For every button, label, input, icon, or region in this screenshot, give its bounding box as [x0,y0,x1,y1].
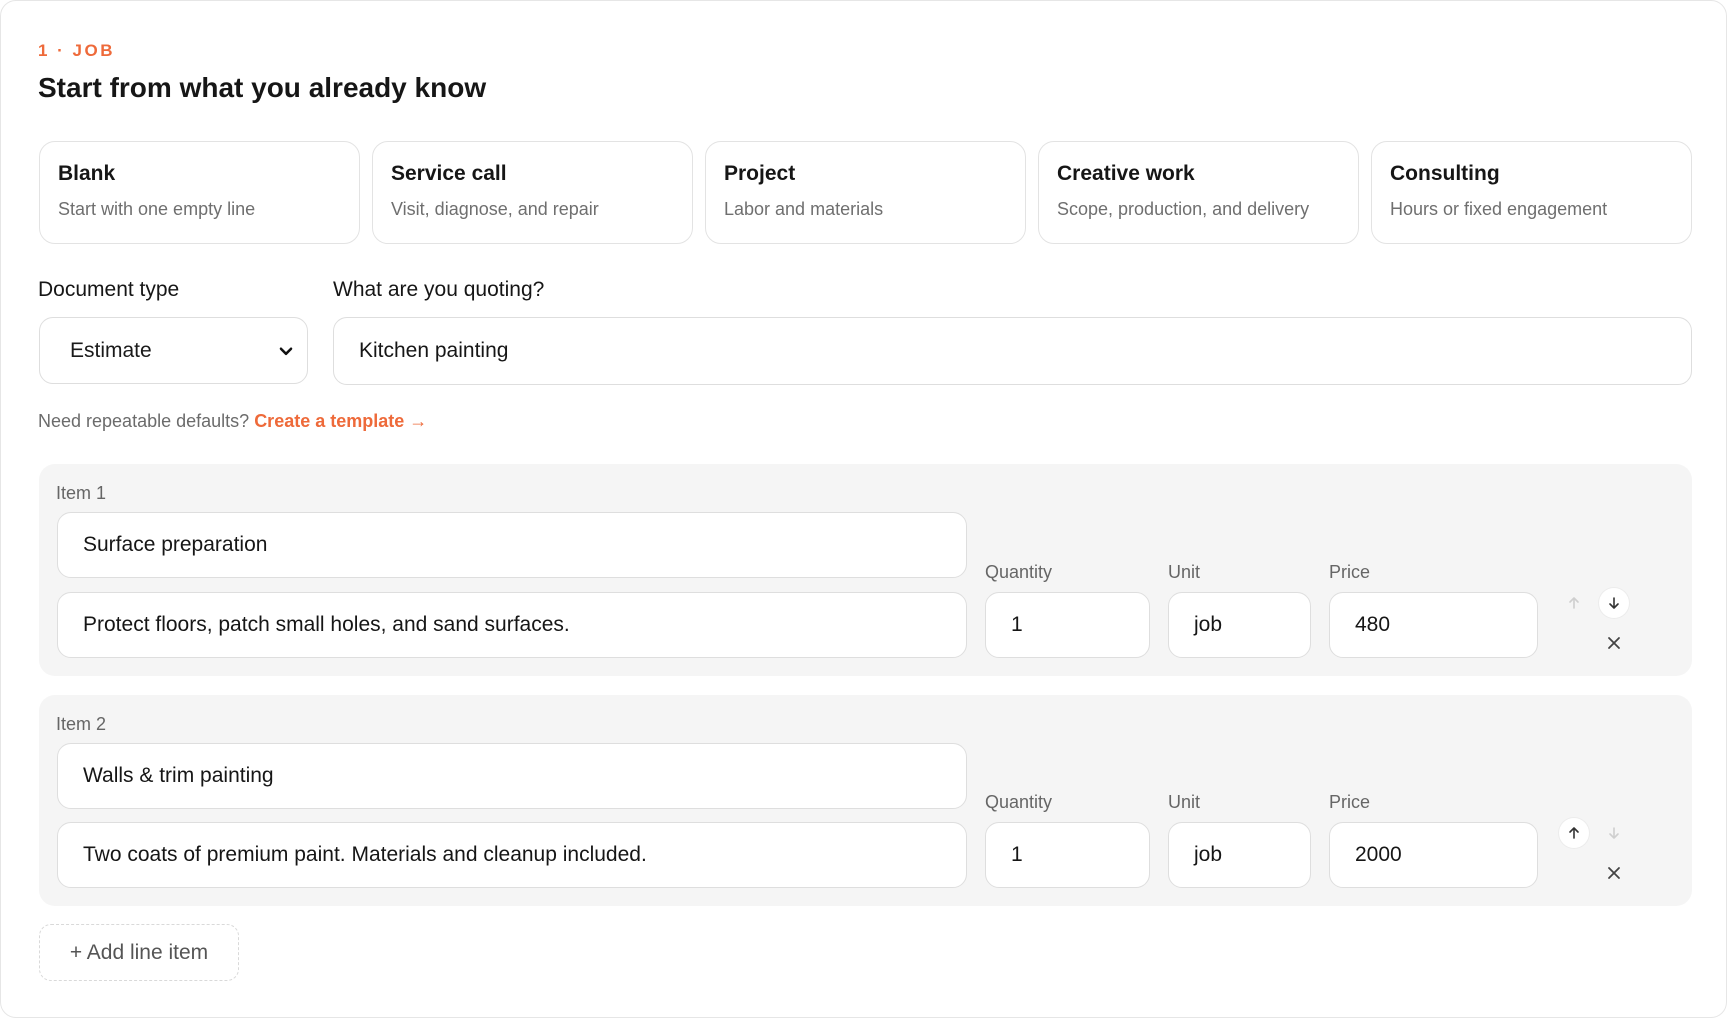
item-name-value: Walls & trim painting [83,764,274,787]
add-line-item-button[interactable]: + Add line item [39,924,239,981]
item-description-value: Protect floors, patch small holes, and s… [83,613,570,636]
price-value: 480 [1355,613,1391,636]
move-up-button[interactable] [1559,818,1589,848]
unit-label: Unit [1168,792,1201,812]
template-options: Blank Start with one empty line Service … [39,141,1692,244]
close-icon [1608,637,1620,649]
template-name: Project [724,162,796,185]
quantity-input[interactable]: 1 [985,592,1150,658]
template-blank[interactable]: Blank Start with one empty line [39,141,360,244]
template-desc: Visit, diagnose, and repair [391,199,599,219]
move-down-button[interactable] [1599,588,1629,618]
item-name-value: Surface preparation [83,533,268,556]
price-label: Price [1329,562,1371,582]
price-label: Price [1329,792,1371,812]
quantity-value: 1 [1011,843,1023,866]
template-desc: Hours or fixed engagement [1390,199,1608,219]
chevron-down-icon [279,347,293,355]
item-description-value: Two coats of premium paint. Materials an… [83,843,647,866]
item-description-input[interactable]: Two coats of premium paint. Materials an… [57,822,967,888]
remove-item-button[interactable] [1604,863,1624,883]
unit-value: job [1194,613,1223,636]
create-template-link[interactable]: Create a template → [254,411,427,431]
section-title: Start from what you already know [38,72,487,103]
remove-item-button[interactable] [1604,633,1624,653]
quantity-value: 1 [1011,613,1023,636]
price-input[interactable]: 2000 [1329,822,1538,888]
template-project[interactable]: Project Labor and materials [705,141,1026,244]
line-item: Item 1 Surface preparation Protect floor… [39,464,1692,676]
quantity-label: Quantity [985,792,1053,812]
arrow-down-icon [1609,597,1619,609]
unit-input[interactable]: job [1168,592,1311,658]
template-desc: Labor and materials [724,199,884,219]
unit-value: job [1194,843,1223,866]
item-label: Item 2 [56,714,107,734]
template-name: Consulting [1390,162,1500,185]
job-section-card: 1 · JOB Start from what you already know… [0,0,1727,1018]
arrow-down-icon [1609,827,1619,839]
template-service-call[interactable]: Service call Visit, diagnose, and repair [372,141,693,244]
item-name-input[interactable]: Surface preparation [57,512,967,578]
close-icon [1608,867,1620,879]
unit-input[interactable]: job [1168,822,1311,888]
doc-type-select[interactable]: Estimate [39,317,308,384]
item-label: Item 1 [56,483,107,503]
quoting-label: What are you quoting? [333,278,545,301]
item-name-input[interactable]: Walls & trim painting [57,743,967,809]
quoting-value: Kitchen painting [359,339,509,362]
price-value: 2000 [1355,843,1402,866]
template-desc: Scope, production, and delivery [1057,199,1310,219]
quoting-input[interactable]: Kitchen painting [333,317,1692,385]
template-desc: Start with one empty line [58,199,256,219]
line-item: Item 2 Walls & trim painting Two coats o… [39,695,1692,906]
quantity-input[interactable]: 1 [985,822,1150,888]
arrow-up-icon [1569,827,1579,839]
doc-type-label: Document type [38,278,180,301]
price-input[interactable]: 480 [1329,592,1538,658]
move-down-button[interactable] [1599,818,1629,848]
step-label: 1 · JOB [38,41,116,60]
template-name: Service call [391,162,507,185]
doc-type-value: Estimate [70,338,152,362]
template-name: Blank [58,162,116,185]
unit-label: Unit [1168,562,1201,582]
template-consulting[interactable]: Consulting Hours or fixed engagement [1371,141,1692,244]
quantity-label: Quantity [985,562,1053,582]
item-description-input[interactable]: Protect floors, patch small holes, and s… [57,592,967,658]
template-hint: Need repeatable defaults? Create a templ… [38,411,427,432]
arrow-up-icon [1569,597,1579,609]
template-creative-work[interactable]: Creative work Scope, production, and del… [1038,141,1359,244]
move-up-button[interactable] [1559,588,1589,618]
hint-text: Need repeatable defaults? [38,411,250,431]
template-name: Creative work [1057,162,1195,185]
